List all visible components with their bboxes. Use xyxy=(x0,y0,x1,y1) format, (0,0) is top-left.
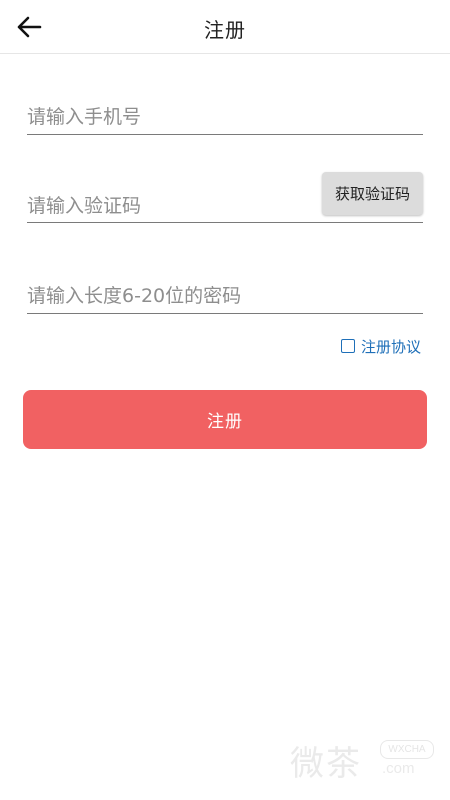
phone-input[interactable] xyxy=(27,100,423,134)
watermark-logo: 微茶 WXCHA .com xyxy=(290,732,440,784)
code-field xyxy=(27,189,323,223)
register-page: 注册 获取验证码 注册协议 注册 微茶 WXCHA .com xyxy=(0,0,450,800)
checkbox-icon[interactable] xyxy=(341,339,355,353)
verification-code-input[interactable] xyxy=(27,189,323,223)
code-field-underline xyxy=(27,222,423,223)
app-header: 注册 xyxy=(0,0,450,54)
password-field xyxy=(27,279,423,314)
watermark-cn-text: 微茶 xyxy=(290,744,362,784)
watermark-domain: .com xyxy=(382,760,415,777)
agreement-link[interactable]: 注册协议 xyxy=(361,336,421,357)
watermark-badge: WXCHA xyxy=(380,740,434,759)
password-input[interactable] xyxy=(27,279,423,313)
get-code-button[interactable]: 获取验证码 xyxy=(322,172,423,215)
agreement-checkbox-row[interactable]: 注册协议 xyxy=(341,336,421,356)
phone-field xyxy=(27,100,423,135)
page-title: 注册 xyxy=(204,18,246,42)
register-button[interactable]: 注册 xyxy=(23,390,427,449)
